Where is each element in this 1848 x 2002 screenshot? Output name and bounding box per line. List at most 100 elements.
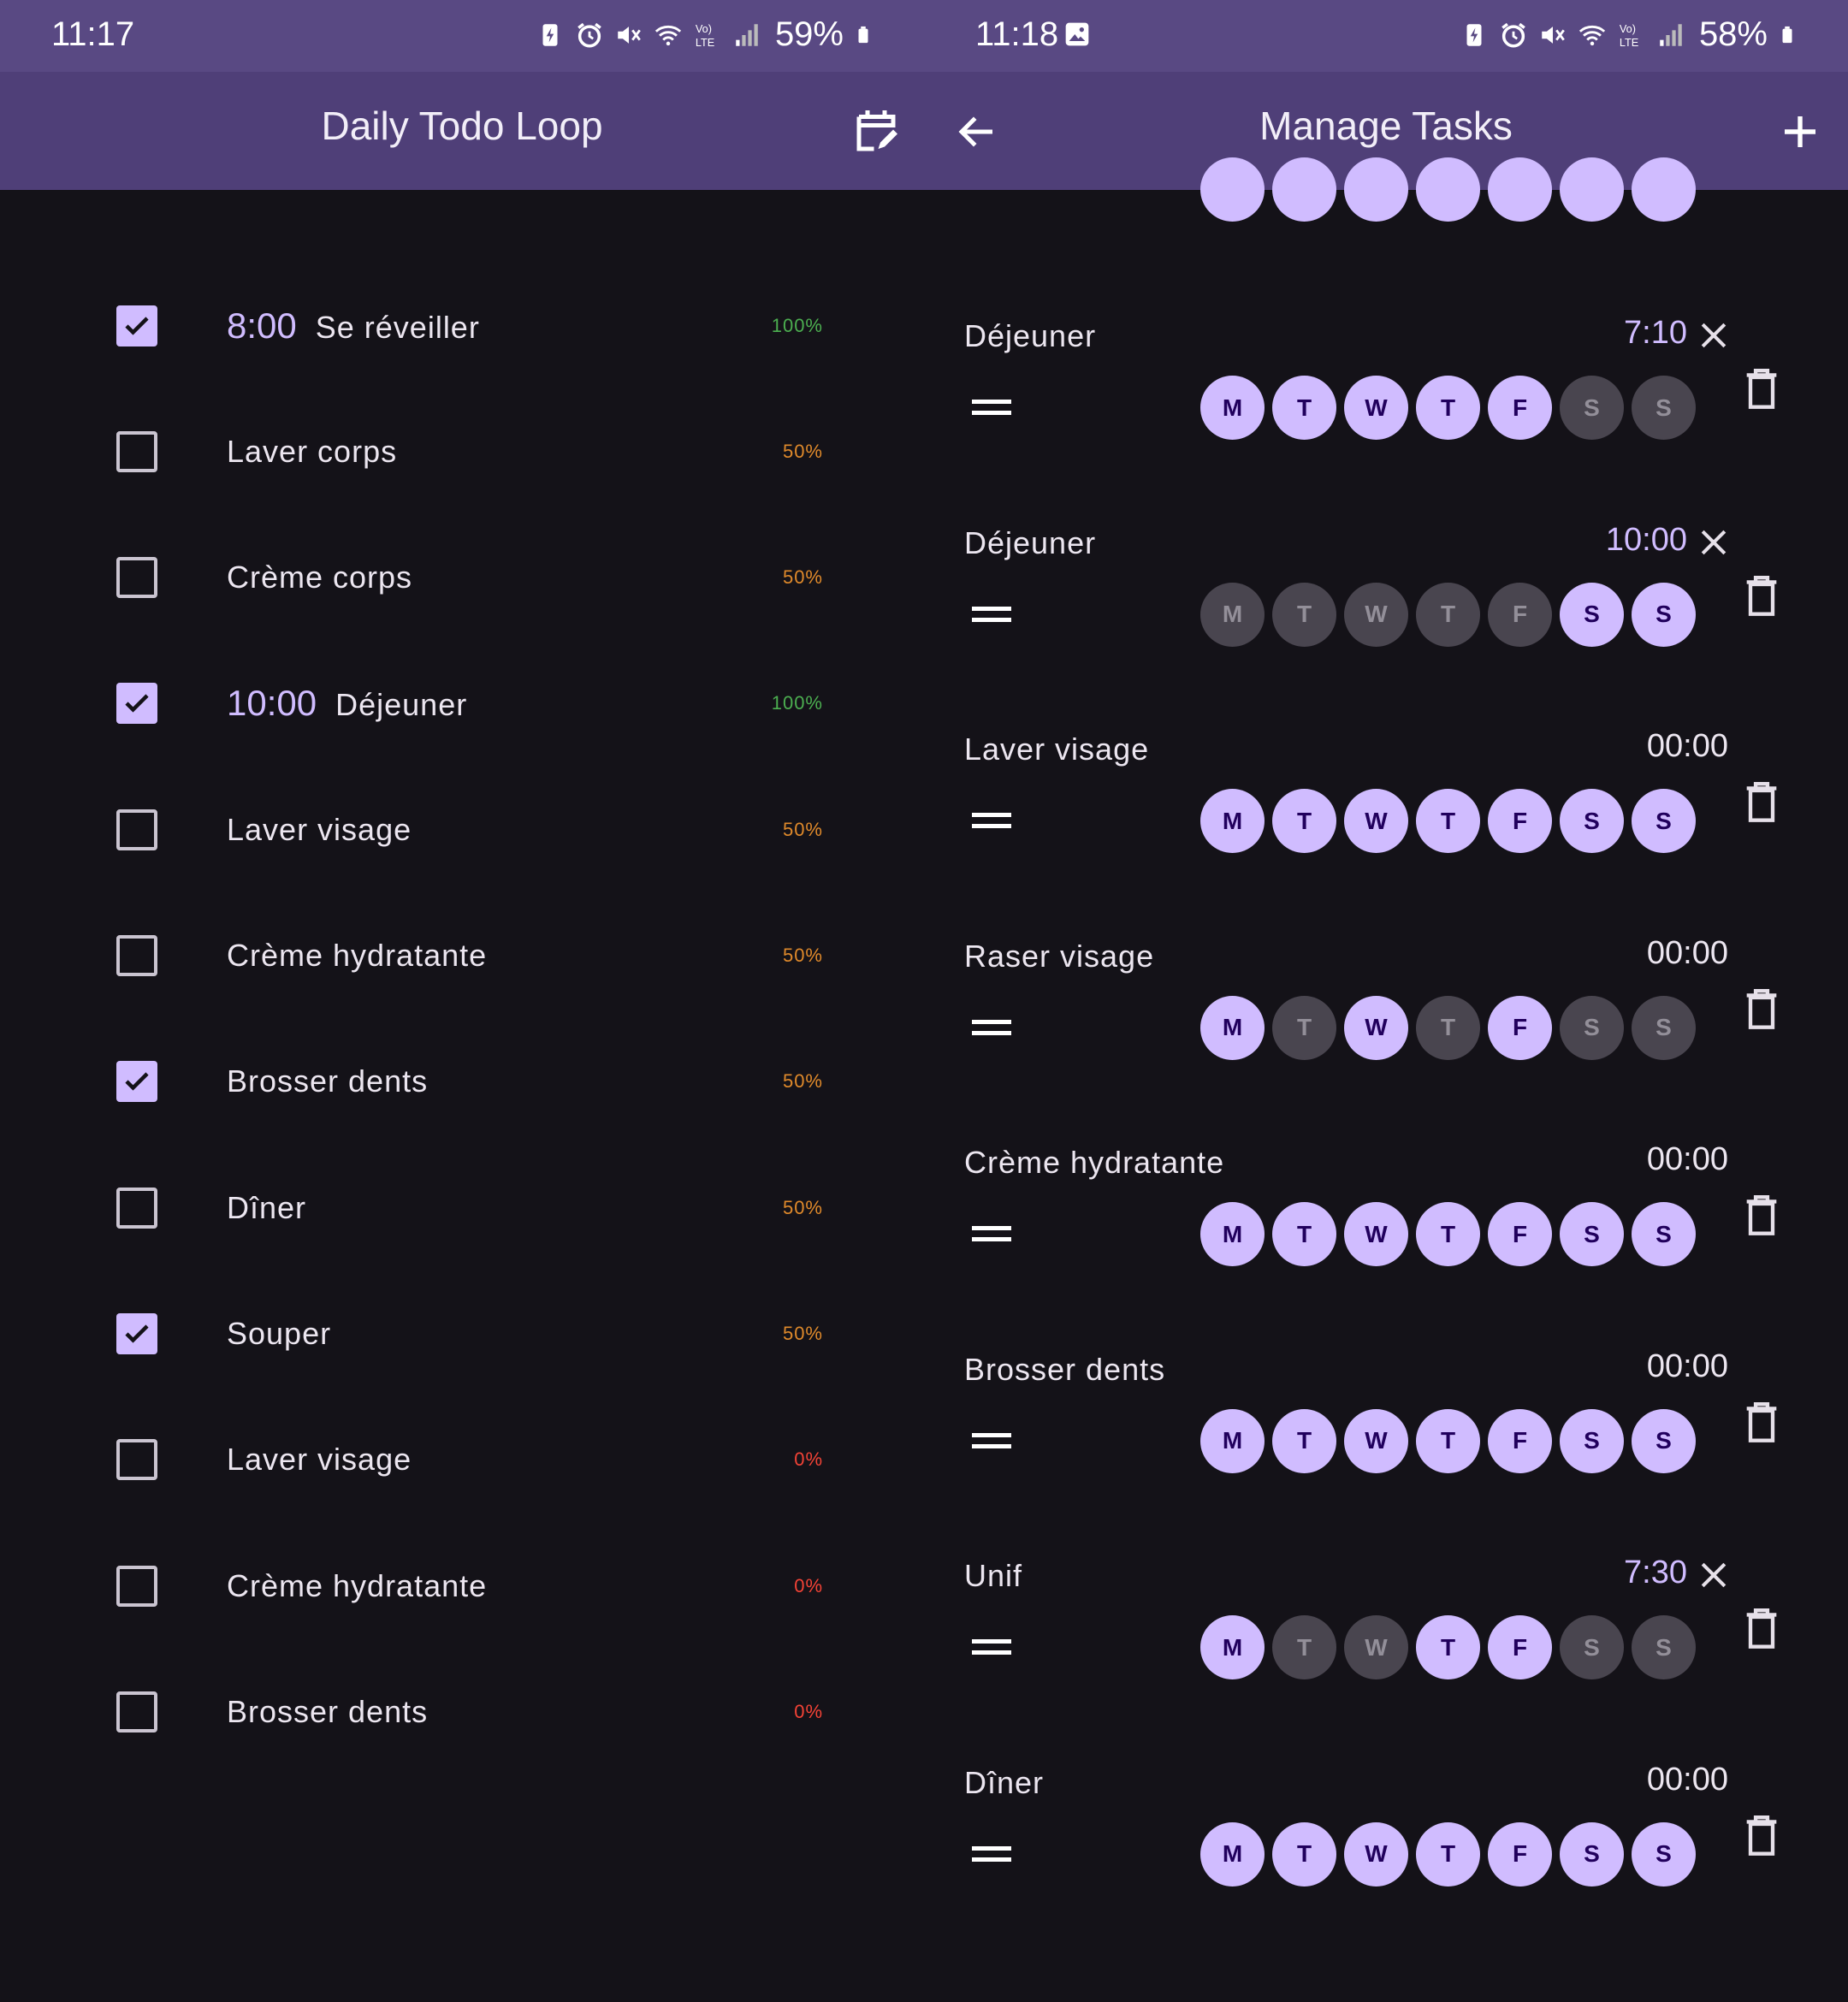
task-time[interactable]: 00:00 xyxy=(1647,1141,1728,1178)
task-name[interactable]: Déjeuner xyxy=(964,318,1096,354)
task-name[interactable]: Déjeuner xyxy=(964,525,1096,561)
drag-handle[interactable] xyxy=(972,1223,1011,1245)
delete-task-button[interactable] xyxy=(1744,779,1780,824)
day-toggle[interactable]: M xyxy=(1200,1202,1265,1266)
day-toggle[interactable]: T xyxy=(1416,1615,1480,1679)
day-toggle[interactable]: T xyxy=(1416,1821,1480,1886)
todo-item[interactable]: 8:00 Se réveiller 100% xyxy=(0,263,924,388)
day-toggle[interactable]: F xyxy=(1488,1202,1552,1266)
day-toggle[interactable]: W xyxy=(1344,789,1408,853)
day-toggle[interactable]: M xyxy=(1200,582,1265,647)
day-toggle[interactable]: M xyxy=(1200,1408,1265,1473)
day-toggle[interactable]: W xyxy=(1344,995,1408,1060)
task-time[interactable]: 7:30 xyxy=(1624,1555,1687,1591)
day-toggle[interactable]: F xyxy=(1488,582,1552,647)
clear-time-button[interactable] xyxy=(1695,317,1732,354)
drag-handle[interactable] xyxy=(972,1636,1011,1658)
todo-checkbox[interactable] xyxy=(116,935,157,976)
day-toggle[interactable]: T xyxy=(1272,1202,1336,1266)
day-toggle[interactable]: F xyxy=(1488,1615,1552,1679)
todo-checkbox[interactable] xyxy=(116,1187,157,1229)
day-toggle[interactable]: F xyxy=(1488,995,1552,1060)
todo-checkbox[interactable] xyxy=(116,1439,157,1481)
delete-task-button[interactable] xyxy=(1744,1193,1780,1237)
day-toggle[interactable]: T xyxy=(1416,1202,1480,1266)
todo-checkbox[interactable] xyxy=(116,305,157,346)
day-toggle[interactable]: F xyxy=(1488,1408,1552,1473)
todo-item[interactable]: 10:00 Déjeuner 100% xyxy=(0,641,924,767)
day-toggle[interactable]: W xyxy=(1344,1821,1408,1886)
day-toggle[interactable]: W xyxy=(1344,1202,1408,1266)
task-time[interactable]: 00:00 xyxy=(1647,1762,1728,1798)
day-toggle[interactable]: S xyxy=(1560,1202,1624,1266)
todo-checkbox[interactable] xyxy=(116,557,157,599)
day-toggle[interactable]: S xyxy=(1560,789,1624,853)
day-toggle[interactable]: M xyxy=(1200,1821,1265,1886)
drag-handle[interactable] xyxy=(972,809,1011,832)
day-toggle[interactable]: T xyxy=(1416,376,1480,440)
clear-time-button[interactable] xyxy=(1695,524,1732,561)
day-toggle[interactable]: S xyxy=(1632,995,1696,1060)
day-toggle[interactable]: T xyxy=(1272,1821,1336,1886)
day-toggle[interactable]: S xyxy=(1632,789,1696,853)
day-toggle[interactable]: S xyxy=(1632,376,1696,440)
day-toggle[interactable]: S xyxy=(1560,1821,1624,1886)
day-toggle[interactable]: S xyxy=(1632,1821,1696,1886)
drag-handle[interactable] xyxy=(972,1430,1011,1452)
day-toggle[interactable]: W xyxy=(1344,582,1408,647)
delete-task-button[interactable] xyxy=(1744,366,1780,411)
day-toggle[interactable] xyxy=(1560,157,1624,222)
task-time[interactable]: 00:00 xyxy=(1647,935,1728,972)
drag-handle[interactable] xyxy=(972,603,1011,625)
day-toggle[interactable]: T xyxy=(1416,789,1480,853)
clear-time-button[interactable] xyxy=(1695,1556,1732,1594)
add-task-button[interactable] xyxy=(1769,101,1831,163)
todo-checkbox[interactable] xyxy=(116,683,157,725)
task-name[interactable]: Brosser dents xyxy=(964,1352,1165,1388)
todo-item[interactable]: Laver visage 0% xyxy=(0,1397,924,1523)
task-name[interactable]: Laver visage xyxy=(964,732,1149,767)
todo-item[interactable]: Crème corps 50% xyxy=(0,515,924,641)
todo-checkbox[interactable] xyxy=(116,1565,157,1607)
day-toggle[interactable]: W xyxy=(1344,1408,1408,1473)
delete-task-button[interactable] xyxy=(1744,573,1780,618)
task-name[interactable]: Raser visage xyxy=(964,939,1154,974)
todo-item[interactable]: Laver visage 50% xyxy=(0,767,924,892)
task-time[interactable]: 00:00 xyxy=(1647,728,1728,765)
day-toggle[interactable]: T xyxy=(1272,789,1336,853)
day-toggle[interactable]: F xyxy=(1488,376,1552,440)
day-toggle[interactable]: T xyxy=(1416,582,1480,647)
day-toggle[interactable]: T xyxy=(1272,995,1336,1060)
day-toggle[interactable]: T xyxy=(1272,1408,1336,1473)
day-toggle[interactable]: S xyxy=(1560,376,1624,440)
day-toggle[interactable]: S xyxy=(1560,995,1624,1060)
day-toggle[interactable]: W xyxy=(1344,1615,1408,1679)
delete-task-button[interactable] xyxy=(1744,1606,1780,1650)
day-toggle[interactable]: F xyxy=(1488,1821,1552,1886)
day-toggle[interactable]: S xyxy=(1560,582,1624,647)
drag-handle[interactable] xyxy=(972,396,1011,418)
task-time[interactable]: 00:00 xyxy=(1647,1348,1728,1385)
todo-item[interactable]: Laver corps 50% xyxy=(0,388,924,514)
day-toggle[interactable]: S xyxy=(1632,1408,1696,1473)
day-toggle[interactable]: S xyxy=(1560,1615,1624,1679)
day-toggle[interactable]: T xyxy=(1416,1408,1480,1473)
day-toggle[interactable] xyxy=(1416,157,1480,222)
day-toggle[interactable]: T xyxy=(1272,582,1336,647)
day-toggle[interactable]: S xyxy=(1632,1615,1696,1679)
day-toggle[interactable]: M xyxy=(1200,1615,1265,1679)
day-toggle[interactable]: T xyxy=(1272,376,1336,440)
todo-checkbox[interactable] xyxy=(116,1691,157,1732)
edit-calendar-button[interactable] xyxy=(845,101,907,163)
day-toggle[interactable]: M xyxy=(1200,995,1265,1060)
todo-item[interactable]: Dîner 50% xyxy=(0,1145,924,1270)
day-toggle[interactable]: M xyxy=(1200,376,1265,440)
day-toggle[interactable]: M xyxy=(1200,789,1265,853)
todo-item[interactable]: Brosser dents 0% xyxy=(0,1649,924,1774)
day-toggle[interactable]: S xyxy=(1632,582,1696,647)
day-toggle[interactable]: T xyxy=(1416,995,1480,1060)
day-toggle[interactable]: S xyxy=(1632,1202,1696,1266)
drag-handle[interactable] xyxy=(972,1016,1011,1039)
todo-checkbox[interactable] xyxy=(116,808,157,850)
delete-task-button[interactable] xyxy=(1744,1400,1780,1444)
